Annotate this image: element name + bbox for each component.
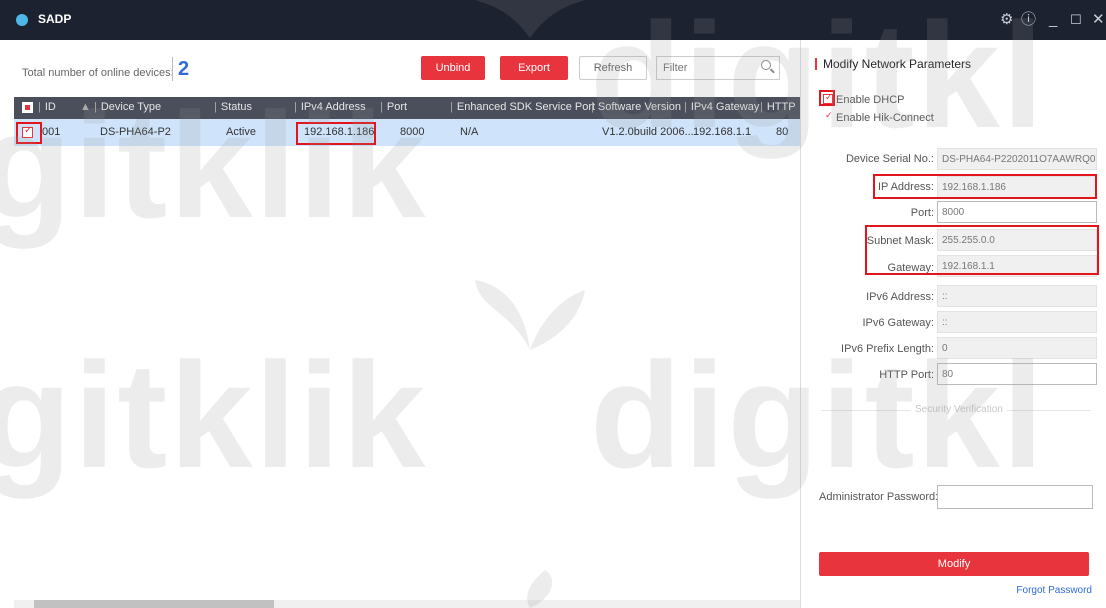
select-all-checkbox[interactable]: [22, 102, 33, 113]
enable-hik-connect-checkbox[interactable]: [823, 110, 833, 122]
http-port-field[interactable]: 80: [937, 363, 1097, 385]
highlight-box-mask-gateway: [865, 225, 1099, 275]
cell-id: 001: [42, 126, 61, 138]
column-header-port[interactable]: | Port: [380, 101, 407, 113]
cell-device-type: DS-PHA64-P2: [100, 126, 171, 138]
column-header-gateway[interactable]: | IPv4 Gateway: [684, 101, 759, 113]
column-header-http[interactable]: | HTTP: [760, 101, 800, 113]
panel-title: Modify Network Parameters: [815, 58, 971, 70]
total-devices-count: 2: [172, 57, 189, 81]
ipv6-prefix-label: IPv6 Prefix Length:: [841, 343, 934, 355]
horizontal-scrollbar[interactable]: [14, 600, 800, 608]
table-row[interactable]: 001 DS-PHA64-P2 Active 192.168.1.186 800…: [14, 119, 800, 146]
unbind-button[interactable]: Unbind: [421, 56, 485, 80]
maximize-icon[interactable]: ☐: [1070, 10, 1082, 30]
filter-input[interactable]: [657, 57, 753, 79]
highlight-box-ipv4: [296, 122, 376, 145]
app-logo-icon: [16, 14, 28, 26]
network-params-panel: Modify Network Parameters Enable DHCP En…: [800, 40, 1106, 608]
column-header-device-type[interactable]: ▲ | Device Type: [80, 101, 161, 113]
modify-button[interactable]: Modify: [819, 552, 1089, 576]
cell-software: V1.2.0build 2006...: [602, 126, 694, 138]
ipv6-gateway-label: IPv6 Gateway:: [862, 317, 934, 329]
info-icon[interactable]: ⓘ: [1021, 10, 1036, 30]
search-icon[interactable]: [761, 60, 771, 70]
settings-icon[interactable]: ⚙: [1000, 10, 1013, 30]
column-header-id[interactable]: | ID: [38, 101, 56, 113]
column-header-sdk-port[interactable]: | Enhanced SDK Service Port: [450, 101, 595, 113]
table-header: | ID ▲ | Device Type | Status | IPv4 Address…: [14, 97, 800, 119]
filter-field[interactable]: [656, 56, 780, 80]
cell-status: Active: [226, 126, 256, 138]
enable-hik-connect-option[interactable]: Enable Hik-Connect: [823, 110, 934, 124]
scrollbar-thumb[interactable]: [34, 600, 274, 608]
export-button[interactable]: Export: [500, 56, 568, 80]
admin-password-field[interactable]: [937, 485, 1093, 509]
highlight-box-checkbox: [16, 122, 42, 144]
highlight-box-dhcp: [819, 90, 835, 106]
serial-label: Device Serial No.:: [845, 153, 934, 165]
http-port-label: HTTP Port:: [879, 369, 934, 381]
cell-http: 80: [776, 126, 789, 138]
minimize-icon[interactable]: _: [1049, 10, 1057, 30]
ipv6-prefix-field: 0: [937, 337, 1097, 359]
port-label: Port:: [910, 207, 934, 219]
port-field[interactable]: 8000: [937, 201, 1097, 223]
title-bar: SADP ⚙ ⓘ _ ☐ ✕: [0, 0, 1106, 40]
security-verification-label: Security Verification: [911, 404, 1007, 415]
app-title: SADP: [38, 12, 72, 26]
serial-field: DS-PHA64-P2202011O7AAWRQ03(: [937, 148, 1097, 170]
cell-gateway: 192.168.1.1: [693, 126, 752, 138]
refresh-button[interactable]: Refresh: [579, 56, 647, 80]
forgot-password-link[interactable]: Forgot Password: [1016, 585, 1092, 596]
column-header-status[interactable]: | Status: [214, 101, 252, 113]
highlight-box-ip: [873, 174, 1097, 199]
ipv6-address-field: ::: [937, 285, 1097, 307]
cell-port: 8000: [400, 126, 425, 138]
total-devices-label: Total number of online devices:: [22, 67, 174, 79]
admin-password-label: Administrator Password:: [819, 491, 939, 503]
cell-sdk-port: N/A: [460, 126, 479, 138]
close-icon[interactable]: ✕: [1092, 10, 1105, 30]
enable-dhcp-option[interactable]: Enable DHCP: [823, 92, 904, 106]
ipv6-gateway-field: ::: [937, 311, 1097, 333]
column-header-ipv4[interactable]: | IPv4 Address: [294, 101, 366, 113]
ipv6-address-label: IPv6 Address:: [866, 291, 934, 303]
device-list-panel: Total number of online devices: 2 Unbind…: [0, 40, 800, 608]
column-header-software[interactable]: | Software Version: [591, 101, 681, 113]
